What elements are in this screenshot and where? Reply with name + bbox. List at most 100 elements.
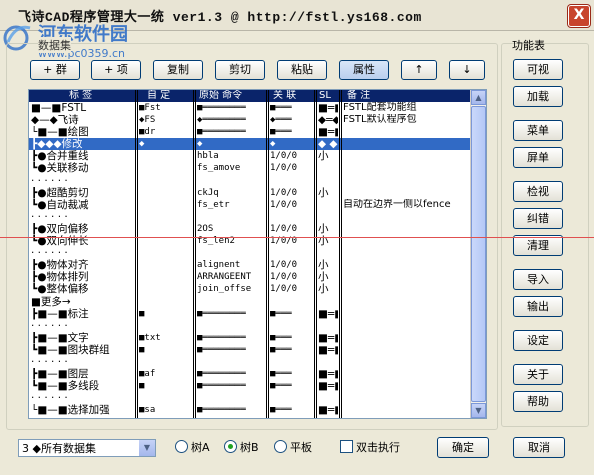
row-original-command: ■════════ bbox=[197, 381, 246, 392]
table-row[interactable]: ┗●自动裁减 fs_etr 1/0/0 自动在边界一侧以fence bbox=[29, 199, 470, 211]
screen-menu-button[interactable]: 屏单 bbox=[513, 147, 563, 168]
table-row[interactable]: ┣●合并重线 hbla 1/0/0 小 bbox=[29, 150, 470, 162]
settings-button[interactable]: 设定 bbox=[513, 330, 563, 351]
ok-button[interactable]: 确定 bbox=[437, 437, 489, 458]
radio-circle-icon[interactable] bbox=[274, 440, 287, 453]
table-row[interactable]: · · · · · · bbox=[29, 392, 470, 404]
debug-button[interactable]: 纠错 bbox=[513, 208, 563, 229]
help-button[interactable]: 帮助 bbox=[513, 391, 563, 412]
row-original-command: fs_amove bbox=[197, 163, 241, 174]
row-alias bbox=[139, 199, 183, 211]
row-sl bbox=[318, 392, 338, 404]
move-up-button[interactable]: ↑ bbox=[401, 60, 437, 80]
row-alias: ■ bbox=[139, 344, 145, 355]
row-label: ┣●物体对齐 bbox=[31, 259, 89, 272]
row-note: 自动在边界一侧以fence bbox=[343, 198, 451, 210]
row-alias bbox=[139, 223, 183, 235]
load-button[interactable]: 加载 bbox=[513, 86, 563, 107]
table-row[interactable]: ┣●物体排列 ARRANGEENT 1/0/0 小 bbox=[29, 271, 470, 283]
table-row[interactable]: · · · · · · bbox=[29, 356, 470, 368]
program-tree-table[interactable]: 标 签 自 定 原始 命令 关 联 SL 备 注 ■—■FSTL ■Fst ■═══… bbox=[28, 89, 487, 419]
row-association: 1/0/0 bbox=[270, 199, 298, 210]
row-note bbox=[343, 175, 470, 187]
row-sl: ■═■ bbox=[318, 307, 338, 320]
radio-circle-icon[interactable] bbox=[175, 440, 188, 453]
table-row[interactable]: ┗●整体偏移 join_offse 1/0/0 小 bbox=[29, 283, 470, 295]
about-button[interactable]: 关于 bbox=[513, 364, 563, 385]
column-header-original-command: 原始 命令 bbox=[199, 90, 243, 101]
import-button[interactable]: 导入 bbox=[513, 269, 563, 290]
table-row[interactable]: · · · · · · bbox=[29, 211, 470, 223]
close-button[interactable]: X bbox=[568, 5, 590, 27]
row-alias: ■sa bbox=[139, 405, 156, 416]
row-label: └■—■选择加强 bbox=[31, 404, 110, 417]
table-row[interactable]: ┗■—■图块群组 ■ ■════════ ■═══ ■═■ bbox=[29, 344, 470, 356]
table-row[interactable]: ■—■FSTL ■Fst ■════════ ■═══ ■═■ FSTL配套功能组 bbox=[29, 102, 470, 114]
properties-button[interactable]: 属性 bbox=[339, 60, 389, 80]
scroll-thumb[interactable] bbox=[471, 106, 486, 402]
double-click-exec-checkbox[interactable]: 双击执行 bbox=[340, 440, 400, 454]
table-row[interactable]: └■—■绘图 ■dr ■════════ ■═══ ■═■ bbox=[29, 126, 470, 138]
dataset-select[interactable]: 3 ◆所有数据集 ▼ bbox=[18, 439, 156, 457]
table-row[interactable]: · · · · · · bbox=[29, 247, 470, 259]
table-row[interactable]: ┗■—■多线段 ■ ■════════ ■═══ ■═■ bbox=[29, 380, 470, 392]
row-label: ┣●合并重线 bbox=[31, 150, 89, 163]
cleanup-button[interactable]: 清理 bbox=[513, 235, 563, 256]
row-alias bbox=[139, 162, 183, 174]
table-row[interactable]: ┣■—■图层 ■af ■════════ ■═══ ■═■ bbox=[29, 368, 470, 380]
checkbox-icon[interactable] bbox=[340, 440, 353, 453]
radio-selected-icon[interactable] bbox=[224, 440, 237, 453]
row-association: 1/0/0 bbox=[270, 260, 298, 271]
table-row[interactable]: ┗●关联移动 fs_amove 1/0/0 bbox=[29, 162, 470, 174]
table-row[interactable]: ┣●超酷剪切 ckJq 1/0/0 小 bbox=[29, 187, 470, 199]
row-label: ◆—◆飞诗 bbox=[31, 114, 79, 127]
table-row[interactable]: ┣◆◆◆修改 ◆ ◆ ◆ ◆ ◆ bbox=[29, 138, 470, 151]
add-item-button[interactable]: + 项 bbox=[91, 60, 141, 80]
table-row[interactable]: ◆—◆飞诗 ◆FS ◆════════ ◆═══ ◆═◆ FSTL默认程序包 bbox=[29, 114, 470, 126]
vertical-scrollbar[interactable]: ▲ ▼ bbox=[470, 90, 486, 418]
row-alias bbox=[139, 320, 183, 332]
export-button[interactable]: 输出 bbox=[513, 296, 563, 317]
radio-tree-b[interactable]: 树B bbox=[224, 440, 259, 454]
row-alias: ■dr bbox=[139, 127, 156, 138]
row-alias bbox=[139, 296, 183, 308]
row-note bbox=[343, 368, 470, 380]
chevron-down-icon[interactable]: ▼ bbox=[139, 440, 155, 456]
row-association: ■═══ bbox=[270, 332, 292, 343]
table-row[interactable]: ┣■—■标注 ■ ■════════ ■═══ ■═■ bbox=[29, 308, 470, 320]
add-group-button[interactable]: + 群 bbox=[30, 60, 80, 80]
table-row[interactable]: ┣■—■文字 ■txt ■════════ ■═══ ■═■ bbox=[29, 332, 470, 344]
move-down-button[interactable]: ↓ bbox=[449, 60, 485, 80]
scroll-up-icon[interactable]: ▲ bbox=[471, 90, 486, 105]
paste-button[interactable]: 粘贴 bbox=[277, 60, 327, 80]
cut-button[interactable]: 剪切 bbox=[215, 60, 265, 80]
row-label: ┣■—■文字 bbox=[31, 331, 89, 344]
row-sl bbox=[318, 296, 338, 308]
row-association: ■═══ bbox=[270, 405, 292, 416]
row-sl: ■═■ bbox=[318, 404, 338, 417]
inspect-button[interactable]: 检视 bbox=[513, 181, 563, 202]
row-association: 1/0/0 bbox=[270, 151, 298, 162]
visible-button[interactable]: 可视 bbox=[513, 59, 563, 80]
row-label: ┣■—■标注 bbox=[31, 307, 89, 320]
table-row[interactable]: ■更多→ bbox=[29, 296, 470, 308]
cancel-button[interactable]: 取消 bbox=[513, 437, 565, 458]
row-association bbox=[270, 392, 314, 404]
scroll-down-icon[interactable]: ▼ bbox=[471, 403, 486, 418]
row-note bbox=[343, 296, 470, 308]
row-note bbox=[343, 187, 470, 199]
radio-tree-a[interactable]: 树A bbox=[175, 440, 210, 454]
dataset-group-caption: 数据集 bbox=[38, 37, 71, 53]
row-sl: 小 bbox=[318, 186, 329, 199]
table-row[interactable]: ┣●双向偏移 2OS 1/0/0 小 bbox=[29, 223, 470, 235]
table-row[interactable]: ┣●物体对齐 alignent 1/0/0 小 bbox=[29, 259, 470, 271]
row-original-command: ■════════ bbox=[197, 369, 246, 380]
copy-button[interactable]: 复制 bbox=[153, 60, 203, 80]
row-sl: 小 bbox=[318, 259, 329, 272]
table-row[interactable]: · · · · · · bbox=[29, 320, 470, 332]
radio-flat[interactable]: 平板 bbox=[274, 440, 312, 454]
row-original-command: join_offse bbox=[197, 284, 252, 295]
table-row[interactable]: └■—■选择加强 ■sa ■════════ ■═══ ■═■ bbox=[29, 404, 470, 416]
table-row[interactable]: · · · · · · bbox=[29, 175, 470, 187]
menu-button[interactable]: 菜单 bbox=[513, 120, 563, 141]
